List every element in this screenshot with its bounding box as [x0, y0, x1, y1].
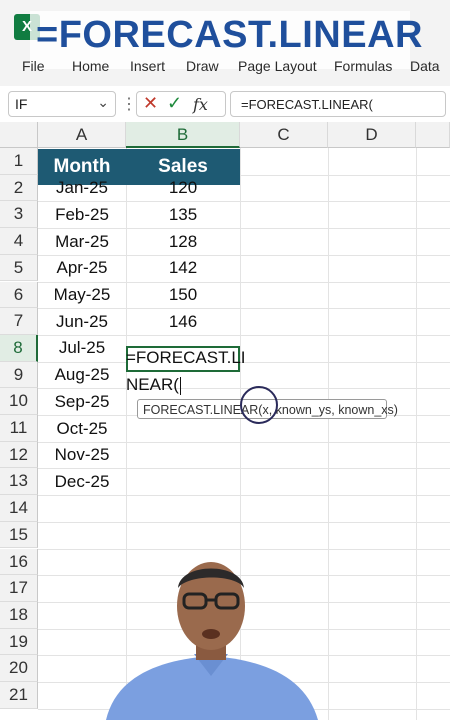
row-header-8[interactable]: 8 — [0, 334, 38, 362]
row-header-3[interactable]: 3 — [0, 201, 38, 229]
formula-commands: ✕ ✓ fx — [136, 91, 226, 117]
cell-edit-line1: =FORECAST.LI — [126, 348, 246, 368]
menu-data[interactable]: Data — [410, 58, 440, 74]
cell-edit-line2: NEAR( — [126, 375, 181, 395]
month-cell[interactable]: Sep-25 — [38, 389, 126, 415]
menu-formulas[interactable]: Formulas — [334, 58, 392, 74]
sales-cell[interactable]: 150 — [126, 282, 240, 308]
column-header-a[interactable]: A — [38, 122, 126, 148]
sales-cell[interactable]: 120 — [126, 175, 240, 201]
column-header-b[interactable]: B — [126, 122, 240, 148]
insert-function-icon[interactable]: fx — [193, 95, 208, 114]
row-header-17[interactable]: 17 — [0, 575, 38, 602]
menu-home[interactable]: Home — [72, 58, 109, 74]
month-cell[interactable]: Jan-25 — [38, 175, 126, 201]
menu-page-layout[interactable]: Page Layout — [238, 58, 317, 74]
column-header-d[interactable]: D — [328, 122, 416, 148]
grid-hline — [38, 495, 450, 497]
row-header-12[interactable]: 12 — [0, 441, 38, 469]
enter-check-icon[interactable]: ✓ — [167, 93, 182, 114]
video-headline: =FORECAST.LINEAR — [36, 14, 423, 56]
cell-edit-text2: NEAR( — [126, 375, 179, 394]
menu-draw[interactable]: Draw — [186, 58, 219, 74]
row-header-15[interactable]: 15 — [0, 521, 38, 549]
row-header-11[interactable]: 11 — [0, 415, 38, 442]
presenter-mouth — [202, 629, 220, 639]
row-header-1[interactable]: 1 — [0, 148, 38, 175]
row-header-10[interactable]: 10 — [0, 388, 38, 415]
row-header-13[interactable]: 13 — [0, 468, 38, 496]
presenter-video-overlay — [106, 562, 318, 720]
month-cell[interactable]: Nov-25 — [38, 442, 126, 468]
month-cell[interactable]: Jul-25 — [38, 335, 126, 361]
month-cell[interactable]: Apr-25 — [38, 255, 126, 281]
row-header-4[interactable]: 4 — [0, 228, 38, 255]
mouse-cursor-highlight — [240, 386, 278, 424]
row-header-19[interactable]: 19 — [0, 628, 38, 656]
formula-text: =FORECAST.LINEAR( — [241, 97, 373, 112]
row-header-5[interactable]: 5 — [0, 254, 38, 282]
sales-cell[interactable]: 128 — [126, 229, 240, 255]
column-header-c[interactable]: C — [240, 122, 328, 148]
month-cell[interactable]: Feb-25 — [38, 202, 126, 228]
row-header-14[interactable]: 14 — [0, 495, 38, 522]
month-cell[interactable]: Dec-25 — [38, 469, 126, 495]
month-cell[interactable]: Oct-25 — [38, 416, 126, 442]
row-header-21[interactable]: 21 — [0, 682, 38, 709]
month-cell[interactable]: Mar-25 — [38, 229, 126, 255]
row-header-9[interactable]: 9 — [0, 361, 38, 389]
name-box-value: IF — [15, 96, 28, 112]
grid-hline — [38, 521, 450, 523]
formula-input[interactable]: =FORECAST.LINEAR( — [230, 91, 446, 117]
row-header-16[interactable]: 16 — [0, 548, 38, 576]
menu-insert[interactable]: Insert — [130, 58, 165, 74]
name-box[interactable]: IF ⌄ — [8, 91, 116, 117]
month-cell[interactable]: Jun-25 — [38, 309, 126, 335]
select-all-corner[interactable] — [0, 122, 38, 148]
ribbon: X =FORECAST.LINEAR File Home Insert Draw… — [0, 0, 450, 86]
cell-edit-text1: =FORECAST.LI — [126, 348, 246, 367]
more-options-icon: ⋮ — [121, 96, 137, 113]
formula-bar: IF ⌄ ⋮ ✕ ✓ fx =FORECAST.LINEAR( — [0, 86, 450, 123]
text-caret — [179, 376, 181, 395]
grid-vline — [416, 148, 417, 720]
chevron-down-icon[interactable]: ⌄ — [97, 94, 109, 111]
column-header-e[interactable] — [416, 122, 450, 148]
row-header-6[interactable]: 6 — [0, 281, 38, 309]
row-header-2[interactable]: 2 — [0, 174, 38, 202]
row-header-7[interactable]: 7 — [0, 308, 38, 335]
month-cell[interactable]: May-25 — [38, 282, 126, 308]
cancel-icon[interactable]: ✕ — [143, 93, 158, 114]
month-cell[interactable]: Aug-25 — [38, 362, 126, 388]
ribbon-menu: File Home Insert Draw Page Layout Formul… — [0, 58, 450, 78]
sales-cell[interactable]: 146 — [126, 309, 240, 335]
row-header-20[interactable]: 20 — [0, 655, 38, 682]
sales-cell[interactable]: 135 — [126, 202, 240, 228]
sales-cell[interactable]: 142 — [126, 255, 240, 281]
menu-file[interactable]: File — [22, 58, 45, 74]
grid-vline — [328, 148, 329, 720]
row-header-18[interactable]: 18 — [0, 601, 38, 629]
